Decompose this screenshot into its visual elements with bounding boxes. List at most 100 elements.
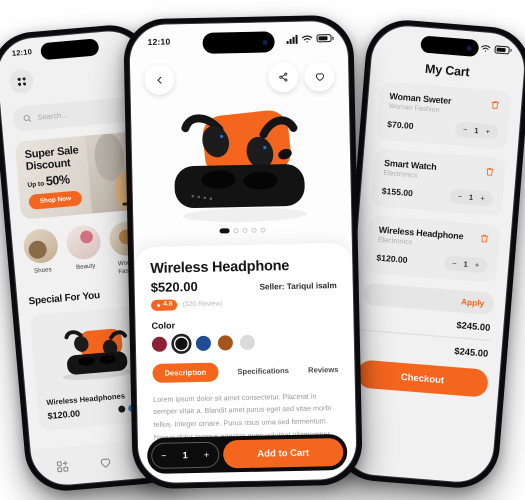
heart-icon[interactable]	[98, 455, 112, 469]
product-title: Wireless Headphone	[150, 258, 290, 277]
product-hero-image	[174, 110, 308, 223]
status-time: 12:10	[147, 36, 171, 47]
cart-content: My Cart Woman Sweter Woman Fashion $70.0…	[338, 24, 525, 485]
cart-item-row: $155.00 − 1 +	[381, 183, 494, 207]
summary-value: $245.00	[453, 345, 489, 359]
add-to-cart-button[interactable]: Add to Cart	[222, 437, 344, 469]
cart-screen: 12:10 My Cart Woman Sweter	[338, 24, 525, 485]
category-label: Shoes	[33, 266, 52, 275]
increment-button[interactable]: +	[480, 194, 485, 203]
chevron-left-icon	[157, 76, 162, 84]
decrement-button[interactable]: −	[463, 125, 468, 134]
phone-mockup-scene: 12:10 Search... Super Sale Discount Up t…	[0, 0, 525, 500]
trash-icon[interactable]	[490, 99, 501, 111]
decrement-button[interactable]: −	[457, 192, 462, 201]
quantity-value: 1	[463, 259, 469, 269]
rating-row: 4.8 (320 Review)	[150, 296, 337, 311]
color-swatch[interactable]	[151, 336, 168, 352]
category-item-shoes[interactable]: Shoes	[22, 227, 61, 284]
battery-icon	[494, 44, 510, 55]
summary-value: $245.00	[456, 319, 491, 333]
grid-menu-icon[interactable]	[8, 68, 35, 95]
phone-bezel: 12:10 My Cart Woman Sweter	[337, 22, 525, 486]
category-image	[22, 227, 60, 265]
product-detail-screen: 12:10 Wireless Headphone $520.00 Seller:…	[129, 20, 357, 484]
gallery-dot[interactable]	[251, 227, 257, 233]
category-image	[65, 223, 103, 261]
color-swatch[interactable]	[239, 334, 256, 350]
camera-lens	[262, 39, 268, 45]
color-swatches	[151, 333, 338, 352]
search-input[interactable]: Search...	[11, 96, 140, 132]
wifi-icon	[481, 44, 491, 52]
color-swatch[interactable]	[195, 335, 212, 351]
cart-item-row: $120.00 − 1 +	[376, 250, 488, 274]
color-swatch-selected[interactable]	[173, 335, 190, 352]
increment-button[interactable]: +	[204, 450, 209, 460]
cart-item-row: $70.00 − 1 +	[387, 116, 499, 140]
page-title: My Cart	[424, 61, 470, 80]
increment-button[interactable]: +	[485, 127, 490, 136]
seller-label: Seller: Tariqul isalm	[259, 281, 337, 292]
heart-icon	[315, 72, 324, 81]
trash-icon[interactable]	[479, 233, 490, 245]
trash-icon[interactable]	[484, 166, 495, 178]
purchase-bar: − 1 + Add to Cart	[146, 433, 348, 475]
banner-text: Super Sale Discount Up to 50% Shop Now	[24, 144, 83, 210]
phone-bezel: 12:10 Wireless Headphone $520.00 Seller:…	[128, 19, 358, 485]
product-price: $520.00	[150, 278, 198, 295]
search-icon	[23, 114, 32, 122]
star-icon	[156, 303, 161, 308]
quantity-stepper[interactable]: − 1 +	[454, 121, 499, 140]
price-seller-row: $520.00 Seller: Tariqul isalm	[151, 276, 337, 295]
category-label: Beauty	[75, 262, 96, 272]
tab-description[interactable]: Description	[152, 362, 219, 383]
checkout-button[interactable]: Checkout	[356, 359, 489, 398]
banner-upto-label: Up to	[27, 180, 45, 189]
color-label: Color	[151, 320, 176, 331]
banner-discount: Up to 50%	[27, 171, 82, 190]
product-price: $120.00	[47, 407, 81, 421]
quantity-value: 1	[474, 125, 479, 136]
quantity-stepper[interactable]: − 1 +	[449, 188, 494, 207]
quantity-value: 1	[468, 192, 474, 203]
phone-product-detail: 12:10 Wireless Headphone $520.00 Seller:…	[123, 14, 363, 490]
review-count: (320 Review)	[182, 300, 223, 309]
category-item-beauty[interactable]: Beauty	[65, 223, 104, 280]
gallery-dots	[219, 227, 266, 234]
quantity-stepper[interactable]: − 1 +	[150, 441, 220, 469]
gallery-dot[interactable]	[260, 227, 266, 233]
quantity-value: 1	[182, 450, 188, 461]
signal-icon	[286, 34, 298, 44]
apply-button[interactable]: Apply	[461, 296, 485, 308]
cart-item[interactable]: Wireless Headphone Electronics $120.00 −…	[365, 214, 501, 284]
status-icons	[286, 34, 332, 44]
cart-item-price: $120.00	[376, 252, 408, 265]
share-icon	[279, 72, 288, 82]
rating-value: 4.8	[163, 300, 173, 308]
gallery-dot[interactable]	[219, 228, 230, 234]
search-placeholder: Search...	[37, 110, 68, 122]
detail-tabs: Description Specifications Reviews	[152, 360, 339, 383]
grid-plus-icon[interactable]	[55, 459, 69, 473]
quantity-stepper[interactable]: − 1 +	[443, 254, 488, 274]
increment-button[interactable]: +	[474, 260, 479, 269]
decrement-button[interactable]: −	[452, 259, 457, 268]
tab-specifications[interactable]: Specifications	[237, 366, 289, 376]
camera-lens	[465, 45, 472, 51]
banner-upto-value: 50%	[45, 171, 71, 188]
dynamic-island	[202, 31, 275, 54]
decrement-button[interactable]: −	[161, 451, 166, 461]
color-swatch[interactable]	[217, 335, 234, 351]
tab-reviews[interactable]: Reviews	[308, 365, 339, 375]
gallery-dot[interactable]	[242, 227, 248, 234]
cart-item[interactable]: Smart Watch Electronics $155.00 − 1 +	[370, 148, 506, 217]
status-time: 12:10	[11, 47, 33, 58]
battery-icon	[316, 34, 332, 43]
gallery-dot[interactable]	[233, 228, 239, 234]
color-dot[interactable]	[118, 405, 126, 413]
cart-item-price: $155.00	[381, 185, 414, 198]
cart-item[interactable]: Woman Sweter Woman Fashion $70.00 − 1 +	[376, 81, 512, 150]
shop-now-button[interactable]: Shop Now	[28, 189, 83, 210]
cart-item-price: $70.00	[386, 118, 414, 131]
